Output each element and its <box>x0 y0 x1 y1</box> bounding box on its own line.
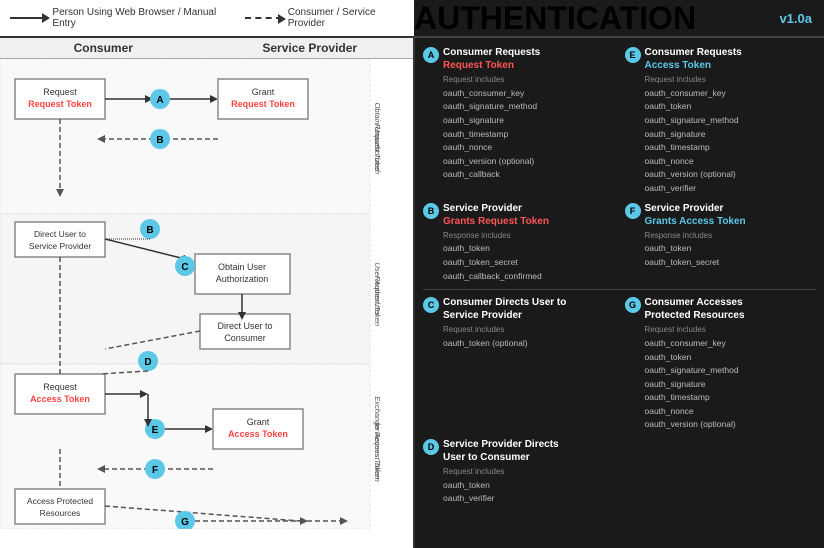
title-area: OAUTH AUTHENTICATION FLOW v1.0a <box>414 0 824 38</box>
svg-text:Service Provider: Service Provider <box>29 241 92 251</box>
block-body-F: Response includes oauth_tokenoauth_token… <box>625 230 817 270</box>
info-block-C: C Consumer Directs User toService Provid… <box>423 296 615 432</box>
block-body-C: Request includes oauth_token (optional) <box>423 324 615 350</box>
block-body-B: Response includes oauth_tokenoauth_token… <box>423 230 615 284</box>
block-title-E: Consumer RequestsAccess Token <box>645 46 742 72</box>
info-block-A: A Consumer RequestsRequest Token Request… <box>423 46 615 196</box>
svg-text:Resources: Resources <box>40 508 81 518</box>
solid-label: Person Using Web Browser / Manual Entry <box>52 7 225 29</box>
dashed-line-icon <box>245 17 281 19</box>
block-header-F: F Service ProviderGrants Access Token <box>625 202 817 228</box>
svg-text:Request Token: Request Token <box>373 124 382 174</box>
body-label-A: Request includes <box>443 74 615 87</box>
legend-solid: Person Using Web Browser / Manual Entry <box>10 7 225 29</box>
info-block-G: G Consumer AccessesProtected Resources R… <box>625 296 817 432</box>
body-label-G: Request includes <box>645 324 817 337</box>
svg-text:Request Token: Request Token <box>28 99 92 109</box>
body-label-F: Response includes <box>645 230 817 243</box>
consumer-header: Consumer <box>0 41 207 55</box>
body-label-B: Response includes <box>443 230 615 243</box>
badge-F: F <box>625 203 641 219</box>
badge-G: G <box>625 297 641 313</box>
body-label-D: Request includes <box>443 466 615 479</box>
svg-text:Request Token: Request Token <box>231 99 295 109</box>
block-body-E: Request includes oauth_consumer_keyoauth… <box>625 74 817 196</box>
svg-text:Request: Request <box>43 87 77 97</box>
block-body-A: Request includes oauth_consumer_keyoauth… <box>423 74 615 182</box>
badge-E: E <box>625 47 641 63</box>
svg-text:G: G <box>181 517 189 528</box>
svg-text:for Access Token: for Access Token <box>373 423 382 480</box>
svg-text:Request: Request <box>43 382 77 392</box>
info-block-E: E Consumer RequestsAccess Token Request … <box>625 46 817 196</box>
flow-diagram: Obtain Unauthorized Request Token User A… <box>0 59 395 529</box>
info-block-F: F Service ProviderGrants Access Token Re… <box>625 202 817 284</box>
svg-text:C: C <box>181 262 188 273</box>
block-body-G: Request includes oauth_consumer_keyoauth… <box>625 324 817 432</box>
svg-text:Access Token: Access Token <box>228 429 288 439</box>
badge-A: A <box>423 47 439 63</box>
block-title-C: Consumer Directs User toService Provider <box>443 296 566 322</box>
info-block-B: B Service ProviderGrants Request Token R… <box>423 202 615 284</box>
block-title-G: Consumer AccessesProtected Resources <box>645 296 745 322</box>
svg-text:E: E <box>152 425 159 436</box>
badge-C: C <box>423 297 439 313</box>
svg-text:Authorization: Authorization <box>216 274 269 284</box>
svg-text:A: A <box>156 95 163 106</box>
block-title-F: Service ProviderGrants Access Token <box>645 202 746 228</box>
diagram-column: Consumer Service Provider Obtain Unautho… <box>0 38 415 548</box>
info-panel: A Consumer RequestsRequest Token Request… <box>415 38 824 548</box>
badge-D: D <box>423 439 439 455</box>
solid-line-icon <box>10 17 46 19</box>
svg-text:D: D <box>144 357 151 368</box>
block-header-D: D Service Provider DirectsUser to Consum… <box>423 438 615 464</box>
version-badge: v1.0a <box>779 11 812 26</box>
service-provider-header: Service Provider <box>207 41 414 55</box>
block-header-G: G Consumer AccessesProtected Resources <box>625 296 817 322</box>
svg-text:B: B <box>156 135 163 146</box>
badge-B: B <box>423 203 439 219</box>
block-header-C: C Consumer Directs User toService Provid… <box>423 296 615 322</box>
divider-2 <box>423 289 816 290</box>
block-header-A: A Consumer RequestsRequest Token <box>423 46 615 72</box>
svg-text:F: F <box>152 465 158 476</box>
svg-text:Grant: Grant <box>252 87 275 97</box>
legend-dashed: Consumer / Service Provider <box>245 7 404 29</box>
dashed-label: Consumer / Service Provider <box>288 7 404 29</box>
svg-text:B: B <box>146 225 153 236</box>
top-bar: Person Using Web Browser / Manual Entry … <box>0 0 824 38</box>
block-title-B: Service ProviderGrants Request Token <box>443 202 549 228</box>
block-header-E: E Consumer RequestsAccess Token <box>625 46 817 72</box>
svg-text:Direct User to: Direct User to <box>217 321 272 331</box>
body-row: Consumer Service Provider Obtain Unautho… <box>0 38 824 548</box>
svg-text:Grant: Grant <box>247 417 270 427</box>
block-title-D: Service Provider DirectsUser to Consumer <box>443 438 559 464</box>
legend-area: Person Using Web Browser / Manual Entry … <box>0 0 414 38</box>
body-label-E: Request includes <box>645 74 817 87</box>
svg-text:Access Protected: Access Protected <box>27 496 93 506</box>
svg-text:Request Token: Request Token <box>373 276 382 326</box>
svg-text:Direct User to: Direct User to <box>34 229 86 239</box>
body-label-C: Request includes <box>443 324 615 337</box>
svg-text:Consumer: Consumer <box>224 333 266 343</box>
block-title-A: Consumer RequestsRequest Token <box>443 46 540 72</box>
block-body-D: Request includes oauth_tokenoauth_verifi… <box>423 466 615 506</box>
block-header-B: B Service ProviderGrants Request Token <box>423 202 615 228</box>
svg-text:Obtain User: Obtain User <box>218 262 266 272</box>
info-block-D: D Service Provider DirectsUser to Consum… <box>423 438 615 506</box>
svg-text:Access Token: Access Token <box>30 394 90 404</box>
